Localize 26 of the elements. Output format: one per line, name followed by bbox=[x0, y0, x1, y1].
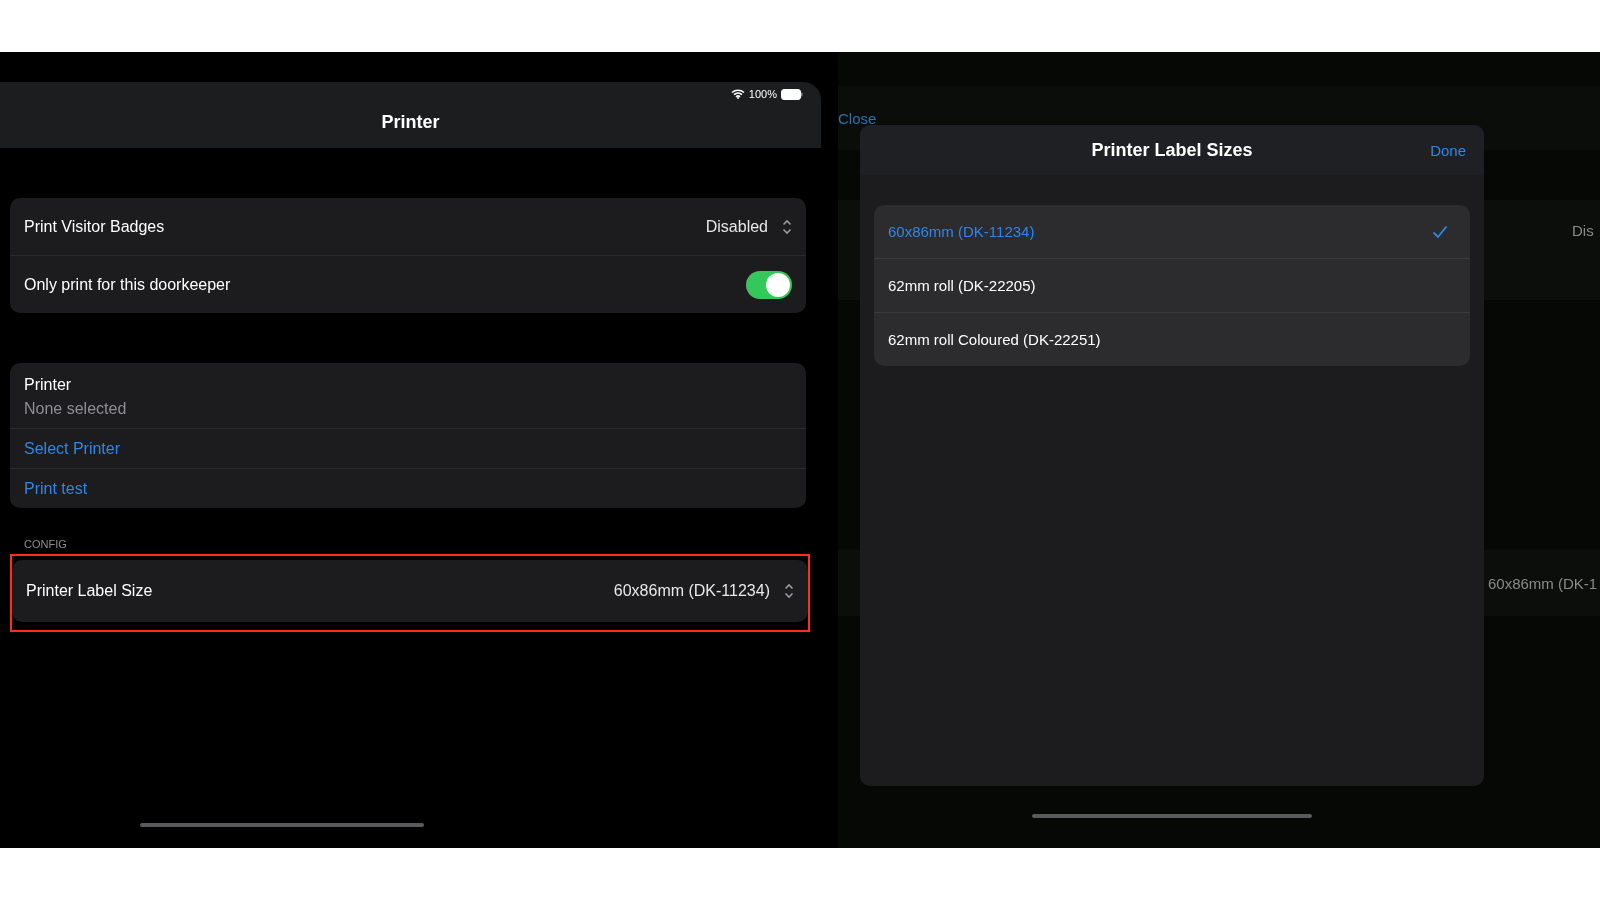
toggle-switch[interactable] bbox=[746, 270, 792, 299]
background-value: Dis bbox=[1572, 222, 1594, 239]
battery-percentage: 100% bbox=[748, 88, 777, 100]
screen-title: Printer bbox=[380, 112, 441, 133]
option-item[interactable]: 60x86mm (DK-11234) bbox=[874, 205, 1470, 259]
setting-label: Print Visitor Badges bbox=[24, 217, 165, 236]
modal-title: Printer Label Sizes bbox=[1091, 139, 1253, 161]
setting-label: Printer Label Size bbox=[26, 582, 153, 600]
value-selector[interactable]: 60x86mm (DK-11234) bbox=[613, 582, 794, 600]
done-button[interactable]: Done bbox=[1428, 139, 1468, 161]
background-value: 60x86mm (DK-1 bbox=[1488, 574, 1598, 592]
setting-label: Only print for this doorkeeper bbox=[24, 275, 231, 294]
section-header: CONFIG bbox=[24, 538, 68, 550]
option-item[interactable]: 62mm roll (DK-22205) bbox=[874, 259, 1470, 313]
option-item[interactable]: 62mm roll Coloured (DK-22251) bbox=[874, 313, 1470, 366]
close-link[interactable]: Close bbox=[838, 110, 877, 127]
chevron-updown-icon bbox=[784, 583, 794, 599]
printer-label: Printer bbox=[24, 376, 73, 394]
checkmark-icon bbox=[1432, 224, 1448, 239]
action-link[interactable]: Select Printer bbox=[24, 439, 121, 458]
wifi-icon bbox=[730, 89, 745, 99]
printer-status: None selected bbox=[24, 400, 128, 418]
action-link[interactable]: Print test bbox=[24, 479, 88, 498]
battery-icon bbox=[781, 88, 803, 100]
chevron-updown-icon bbox=[782, 218, 792, 235]
value-selector[interactable]: Disabled bbox=[705, 217, 792, 236]
